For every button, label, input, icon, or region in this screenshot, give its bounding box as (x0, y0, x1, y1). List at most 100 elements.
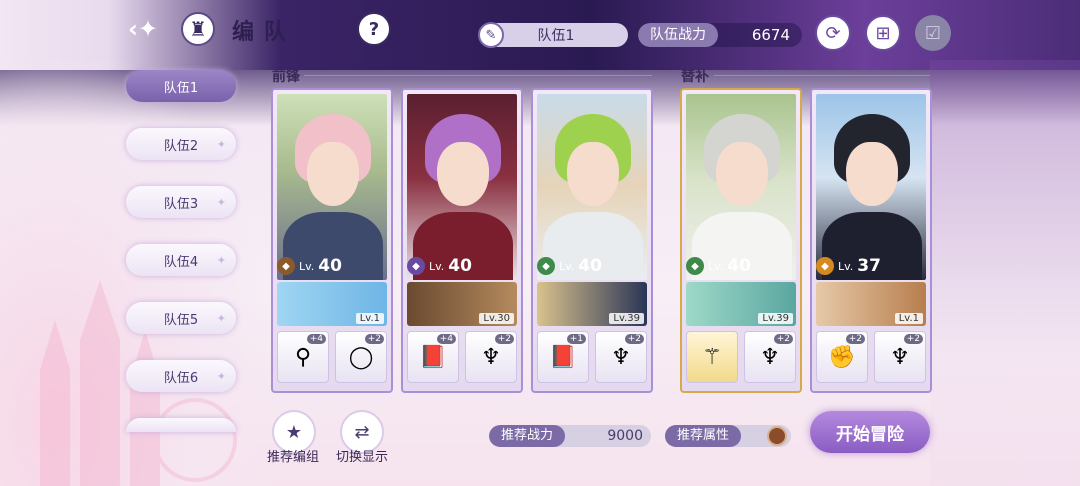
refresh-button[interactable]: ⟳ (815, 15, 851, 51)
team-name-selector[interactable]: ✎ 队伍1 (478, 22, 628, 48)
confirm-button[interactable]: ☑ (915, 15, 951, 51)
add-team-button[interactable]: ⊞ (865, 15, 901, 51)
equipment-slot-1[interactable]: ✊ +2 (816, 331, 868, 383)
tab-label: 队伍3 (163, 196, 199, 212)
staff-icon: ⚲ (294, 344, 312, 370)
page-title: 编队 (232, 20, 297, 45)
recommended-power: 推荐战力 9000 (489, 425, 651, 447)
level-prefix: Lv. (838, 259, 854, 273)
character-card-2[interactable]: ◆ Lv. 40 Lv.30 📕 +4 ♆ +2 (401, 88, 523, 393)
gauntlet-icon: ✊ (828, 344, 856, 370)
level-badge: ◆ Lv. 40 (277, 256, 342, 276)
equipment-slot-1[interactable]: 📕 +4 (407, 331, 459, 383)
level-value: 40 (318, 256, 342, 276)
equipment-slot-2[interactable]: ♆ +2 (874, 331, 926, 383)
equipment-slot-2[interactable]: ♆ +2 (744, 331, 796, 383)
tab-team-6[interactable]: 队伍6 ✦ (126, 360, 236, 392)
character-card-5[interactable]: ◆ Lv. 37 Lv.1 ✊ +2 ♆ +2 (810, 88, 932, 393)
enhance-badge: +2 (773, 334, 793, 344)
equipment-slot-2[interactable]: ♆ +2 (595, 331, 647, 383)
support-character[interactable]: Lv.39 (537, 282, 647, 326)
character-card-1[interactable]: ◆ Lv. 40 Lv.1 ⚲ +4 ◯ +2 (271, 88, 393, 393)
tab-team-1[interactable]: 队伍1 (126, 70, 236, 102)
level-badge: ◆ Lv. 40 (537, 256, 602, 276)
equipment-slot-2[interactable]: ◯ +2 (335, 331, 387, 383)
tab-label: 队伍4 (163, 254, 199, 270)
earring-icon: ♆ (611, 344, 631, 370)
sub-section-label: 替补 (681, 69, 709, 85)
tab-team-5[interactable]: 队伍5 ✦ (126, 302, 236, 334)
enhance-badge: +2 (624, 334, 644, 344)
tab-team-2[interactable]: 队伍2 ✦ (126, 128, 236, 160)
tab-label: 队伍6 (163, 370, 199, 386)
earring-icon: ♆ (481, 344, 501, 370)
level-prefix: Lv. (559, 259, 575, 273)
earth-element-icon (767, 426, 787, 446)
level-value: 40 (727, 256, 751, 276)
level-prefix: Lv. (708, 259, 724, 273)
add-document-icon: ⊞ (875, 22, 891, 44)
earring-icon: ♆ (890, 344, 910, 370)
tab-label: 队伍5 (163, 312, 199, 328)
rec-power-label: 推荐战力 (489, 425, 566, 447)
team-power: 队伍战力 6674 (638, 23, 802, 47)
character-card-4[interactable]: ◆ Lv. 40 Lv.39 ⚚ ♆ +2 (680, 88, 802, 393)
sparkle-icon: ✦ (216, 253, 226, 267)
character-portrait (537, 94, 647, 280)
rec-power-value: 9000 (607, 428, 643, 444)
tab-team-7-partial[interactable] (126, 418, 236, 432)
sparkle-icon: ✦ (216, 369, 226, 383)
support-character[interactable]: Lv.1 (277, 282, 387, 326)
level-prefix: Lv. (429, 259, 445, 273)
earring-icon: ♆ (760, 344, 780, 370)
enhance-badge: +2 (364, 334, 384, 344)
sparkle-icon: ✦ (216, 195, 226, 209)
character-portrait (686, 94, 796, 280)
tab-label: 队伍1 (163, 80, 199, 96)
background-right-glow (930, 60, 1080, 486)
character-card-3[interactable]: ◆ Lv. 40 Lv.39 📕 +1 ♆ +2 (531, 88, 653, 393)
equipment-slot-2[interactable]: ♆ +2 (465, 331, 517, 383)
earth-element-icon: ◆ (277, 257, 295, 275)
switch-display-label: 切换显示 (336, 450, 389, 465)
equipment-slot-1[interactable]: ⚲ +4 (277, 331, 329, 383)
support-level: Lv.1 (894, 313, 923, 324)
home-button[interactable]: ♜ (181, 12, 215, 46)
support-level: Lv.39 (609, 313, 644, 324)
refresh-icon: ⟳ (825, 22, 841, 44)
recommend-team-label: 推荐编组 (267, 450, 320, 465)
tab-team-4[interactable]: 队伍4 ✦ (126, 244, 236, 276)
arcane-element-icon: ◆ (407, 257, 425, 275)
sparkle-icon: ✦ (216, 311, 226, 325)
swap-arrows-icon: ⇄ (354, 421, 370, 443)
support-level: Lv.39 (758, 313, 793, 324)
team-power-value: 6674 (751, 26, 790, 44)
enhance-badge: +2 (903, 334, 923, 344)
enhance-badge: +4 (436, 334, 456, 344)
enhance-badge: +2 (494, 334, 514, 344)
support-character[interactable]: Lv.39 (686, 282, 796, 326)
character-portrait (407, 94, 517, 280)
equipment-slot-1[interactable]: 📕 +1 (537, 331, 589, 383)
level-badge: ◆ Lv. 40 (686, 256, 751, 276)
rec-attr-label: 推荐属性 (665, 425, 742, 447)
support-character[interactable]: Lv.1 (816, 282, 926, 326)
equipment-slot-1[interactable]: ⚚ (686, 331, 738, 383)
start-label: 开始冒险 (836, 424, 904, 445)
feather-icon: ✎ (478, 22, 504, 48)
start-adventure-button[interactable]: 开始冒险 (810, 411, 930, 453)
star-bookmark-icon: ★ (285, 421, 303, 443)
level-value: 37 (857, 256, 881, 276)
wand-icon: ⚚ (702, 344, 722, 370)
character-portrait (277, 94, 387, 280)
back-button[interactable]: ‹✦ (126, 12, 160, 46)
castle-icon: ♜ (189, 17, 207, 41)
front-section-label: 前锋 (272, 69, 300, 85)
book-icon: 📕 (549, 344, 577, 370)
sparkle-icon: ✦ (216, 137, 226, 151)
help-button[interactable]: ? (357, 12, 391, 46)
back-arrow-icon: ‹✦ (128, 15, 158, 43)
support-character[interactable]: Lv.30 (407, 282, 517, 326)
tab-team-3[interactable]: 队伍3 ✦ (126, 186, 236, 218)
nature-element-icon: ◆ (686, 257, 704, 275)
